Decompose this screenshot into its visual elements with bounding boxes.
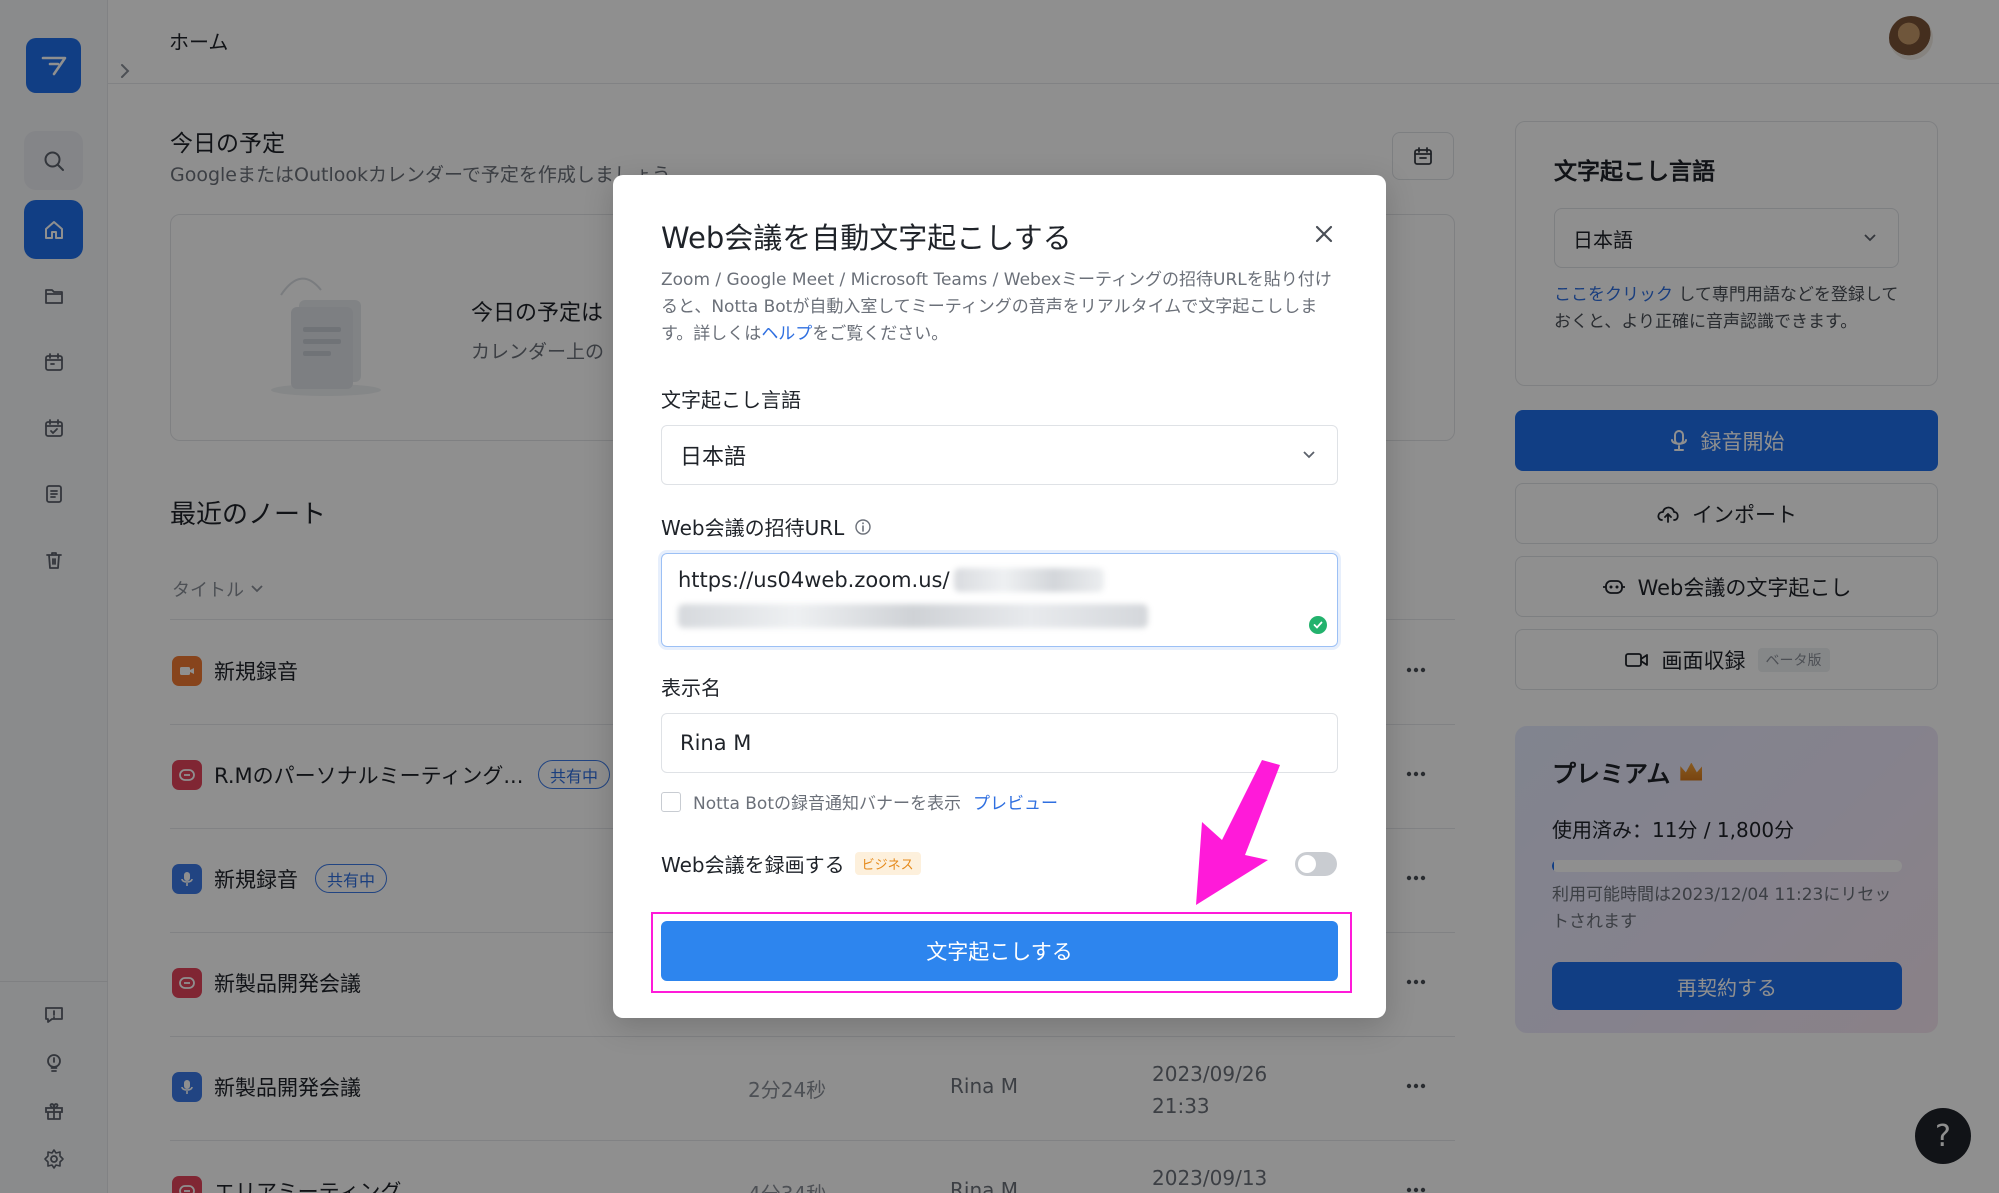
meeting-url-input[interactable]: https://us04web.zoom.us/ (661, 553, 1338, 647)
close-icon (1315, 225, 1333, 243)
redacted-url-part (953, 568, 1104, 592)
info-icon[interactable] (854, 518, 872, 536)
record-meeting-toggle[interactable] (1295, 852, 1337, 876)
banner-checkbox[interactable] (661, 791, 681, 812)
help-link[interactable]: ヘルプ (761, 324, 812, 344)
display-name-value: Rina M (680, 731, 752, 755)
modal-description-tail: をご覧ください。 (812, 324, 949, 344)
display-name-label: 表示名 (661, 676, 721, 700)
close-button[interactable] (1309, 219, 1339, 249)
meeting-url-value: https://us04web.zoom.us/ (678, 568, 950, 592)
modal-language-select[interactable]: 日本語 (661, 425, 1338, 485)
url-label: Web会議の招待URL (661, 512, 872, 541)
business-badge: ビジネス (854, 852, 921, 875)
chevron-down-icon (1303, 451, 1315, 459)
valid-check-icon (1309, 616, 1327, 634)
record-meeting-label: Web会議を録画する (661, 853, 845, 877)
modal-title: Web会議を自動文字起こしする (661, 221, 1072, 255)
language-label: 文字起こし言語 (661, 388, 801, 412)
toggle-knob (1298, 855, 1316, 873)
highlight-box (651, 912, 1352, 993)
modal-language-value: 日本語 (680, 445, 747, 470)
record-meeting-option: Web会議を録画する ビジネス (661, 849, 921, 878)
pointer-arrow-icon (1196, 760, 1280, 905)
banner-label: Notta Botの録音通知バナーを表示 (693, 794, 961, 814)
url-label-text: Web会議の招待URL (661, 516, 845, 540)
preview-link[interactable]: プレビュー (973, 789, 1058, 814)
banner-option: Notta Botの録音通知バナーを表示 プレビュー (661, 789, 1058, 814)
redacted-url-line (678, 604, 1148, 628)
modal-description: Zoom / Google Meet / Microsoft Teams / W… (661, 267, 1341, 348)
